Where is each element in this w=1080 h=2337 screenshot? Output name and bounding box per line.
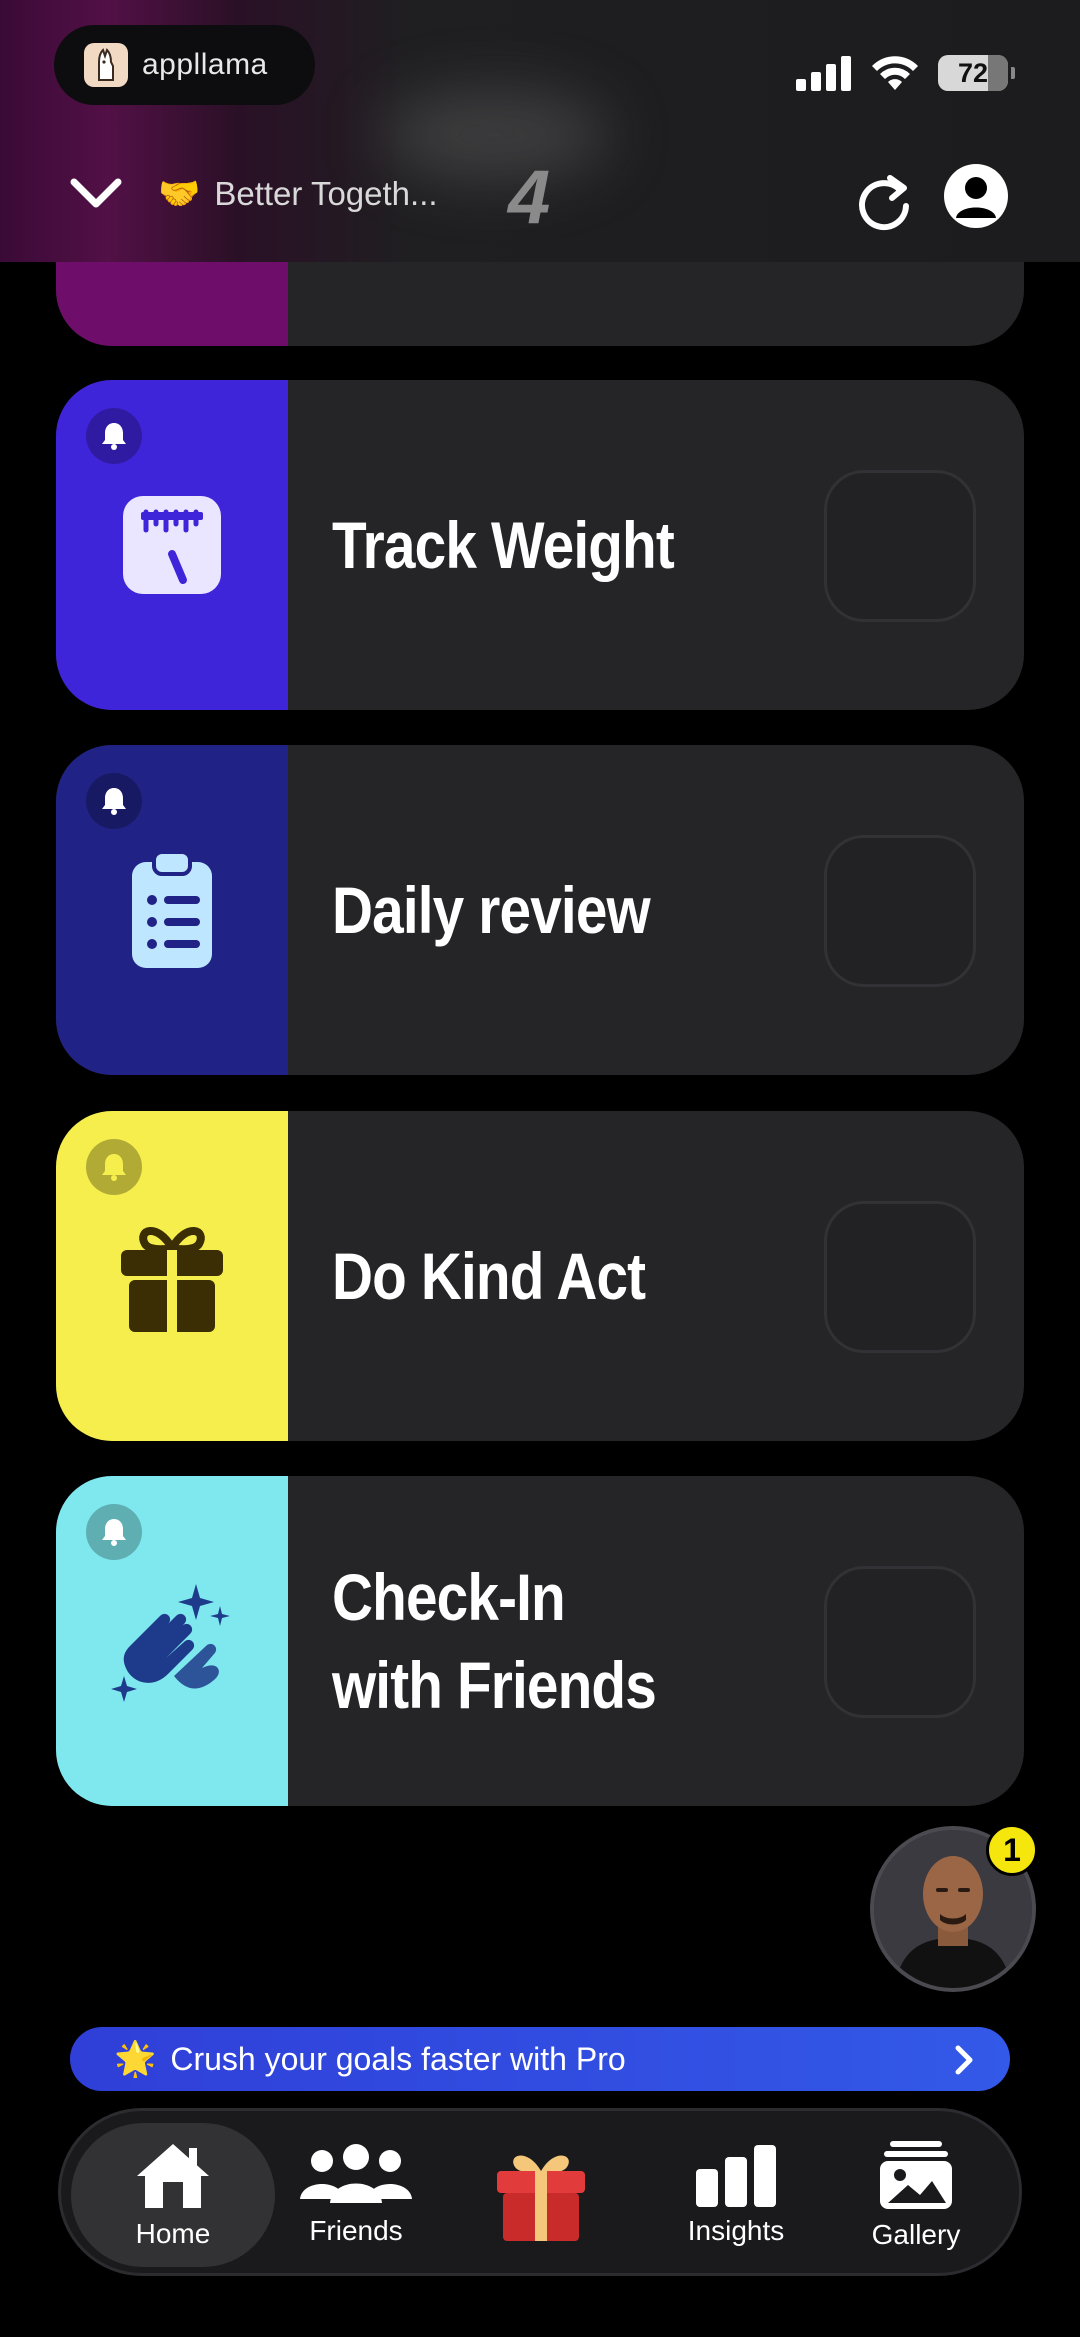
habit-checkbox[interactable]	[824, 470, 976, 622]
pro-upgrade-banner[interactable]: 🌟 Crush your goals faster with Pro	[70, 2027, 1010, 2091]
habit-label: Check-In with Friends	[332, 1476, 779, 1806]
habit-group-name: Better Togeth...	[214, 175, 438, 212]
chevron-down-icon[interactable]	[70, 174, 122, 219]
streak-count: 4	[508, 155, 551, 240]
battery-indicator: 72	[938, 55, 1015, 91]
habit-card-check-in-friends[interactable]: Check-In with Friends	[56, 1476, 1024, 1806]
habit-label-line2: with Friends	[332, 1648, 657, 1722]
habit-card-daily-review[interactable]: Daily review	[56, 745, 1024, 1075]
home-screen: appllama 72 🤝 Better Togeth... 4 Track W…	[0, 0, 1080, 2337]
habit-group-title[interactable]: 🤝 Better Togeth...	[158, 174, 438, 214]
home-icon	[137, 2144, 209, 2208]
gallery-icon	[880, 2141, 952, 2209]
scale-icon	[114, 487, 230, 603]
gift-icon	[114, 1218, 230, 1334]
tab-label: Home	[135, 2218, 211, 2249]
notification-badge: 1	[986, 1824, 1038, 1876]
friends-icon	[300, 2144, 412, 2203]
habit-label: Do Kind Act	[332, 1239, 646, 1313]
app-badge[interactable]: appllama	[54, 25, 315, 105]
top-header: appllama 72 🤝 Better Togeth... 4	[0, 0, 1080, 262]
wifi-icon	[872, 56, 918, 90]
tab-label: Insights	[687, 2215, 785, 2246]
tab-insights[interactable]: Insights	[641, 2123, 831, 2267]
gift-box-icon	[497, 2155, 585, 2241]
cellular-signal-icon	[796, 56, 851, 91]
bar-chart-icon	[696, 2145, 776, 2207]
bell-icon[interactable]	[86, 1504, 142, 1560]
star-icon: 🌟	[114, 2040, 157, 2078]
habit-card-track-weight[interactable]: Track Weight	[56, 380, 1024, 710]
clapping-hands-icon	[110, 1576, 240, 1706]
bottom-tab-bar: Home Friends Insights Gallery	[58, 2108, 1022, 2276]
tab-label: Friends	[309, 2215, 403, 2246]
habit-checkbox[interactable]	[824, 835, 976, 987]
habit-label: Daily review	[332, 873, 651, 947]
bell-icon[interactable]	[86, 773, 142, 829]
tab-home[interactable]: Home	[71, 2123, 275, 2267]
bell-icon[interactable]	[86, 1139, 142, 1195]
habit-card-do-kind-act[interactable]: Do Kind Act	[56, 1111, 1024, 1441]
llama-logo-icon	[84, 43, 128, 87]
tab-gift[interactable]	[446, 2123, 636, 2267]
profile-avatar-icon[interactable]	[944, 164, 1008, 228]
handshake-icon: 🤝	[158, 175, 201, 213]
tab-gallery[interactable]: Gallery	[821, 2123, 1011, 2267]
status-icons: 72	[796, 52, 1015, 94]
refresh-icon[interactable]	[854, 168, 914, 237]
tab-friends[interactable]: Friends	[261, 2123, 451, 2267]
chevron-right-icon	[954, 2045, 974, 2080]
clipboard-icon	[114, 850, 230, 968]
pro-banner-text: Crush your goals faster with Pro	[170, 2040, 626, 2077]
app-name: appllama	[142, 48, 268, 81]
battery-level: 72	[957, 57, 989, 88]
habit-label: Track Weight	[332, 508, 675, 582]
habit-checkbox[interactable]	[824, 1201, 976, 1353]
habit-nav-row: 🤝 Better Togeth... 4	[0, 150, 1080, 240]
tab-label: Gallery	[871, 2219, 961, 2250]
habit-label-line1: Check-In	[332, 1560, 566, 1634]
habit-checkbox[interactable]	[824, 1566, 976, 1718]
bell-icon[interactable]	[86, 408, 142, 464]
